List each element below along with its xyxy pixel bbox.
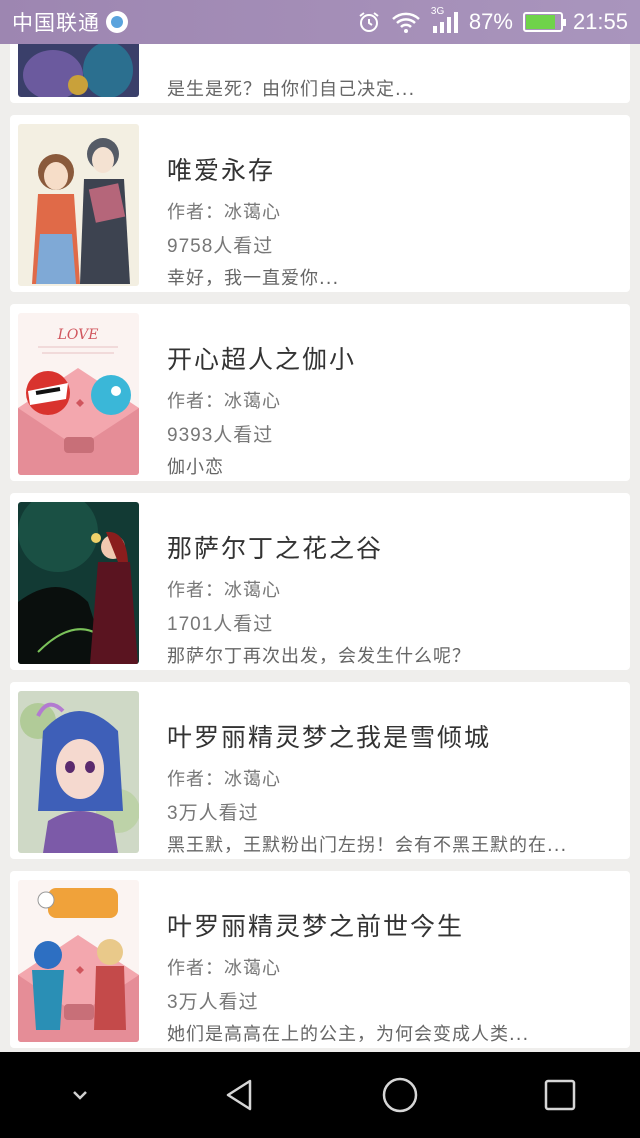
recent-square-icon[interactable] — [530, 1065, 590, 1125]
book-card[interactable]: 是生是死？由你们自己决定... — [10, 44, 630, 103]
alarm-icon — [357, 10, 381, 34]
book-author: 作者：冰蔼心 — [167, 958, 281, 979]
book-author: 作者：冰蔼心 — [167, 202, 281, 223]
navigation-bar — [0, 1052, 640, 1138]
battery-percent: 87% — [468, 9, 513, 34]
book-title[interactable]: 唯爱永存 — [167, 151, 275, 187]
clock: 21:55 — [572, 9, 628, 34]
book-description: 她们是高高在上的公主，为何会变成人类... — [167, 1024, 530, 1045]
book-cover — [18, 44, 139, 97]
carrier-name: 中国联通 — [12, 12, 100, 35]
book-description: 那萨尔丁再次出发，会发生什么呢？ — [167, 646, 471, 667]
book-card[interactable]: 唯爱永存 作者：冰蔼心 9758人看过 幸好，我一直爱你... — [10, 115, 630, 292]
book-cover — [18, 880, 139, 1042]
book-description: 是生是死？由你们自己决定... — [167, 79, 416, 100]
book-views: 9758人看过 — [167, 236, 274, 257]
book-description: 伽小恋 — [167, 457, 224, 478]
carrier-app-icon — [106, 11, 128, 33]
book-views: 3万人看过 — [167, 803, 259, 824]
status-bar: 中国联通 3G 87% 21:55 — [0, 0, 640, 44]
book-author: 作者：冰蔼心 — [167, 580, 281, 601]
book-author: 作者：冰蔼心 — [167, 769, 281, 790]
book-views: 3万人看过 — [167, 992, 259, 1013]
chevron-down-icon[interactable] — [50, 1065, 110, 1125]
battery-icon — [522, 12, 566, 32]
book-views: 1701人看过 — [167, 614, 274, 635]
book-author: 作者：冰蔼心 — [167, 391, 281, 412]
book-cover: LOVE — [18, 313, 139, 475]
book-title[interactable]: 那萨尔丁之花之谷 — [167, 529, 383, 565]
network-type: 3G — [430, 6, 445, 17]
book-title[interactable]: 叶罗丽精灵梦之我是雪倾城 — [167, 718, 491, 754]
status-indicators: 3G 87% 21:55 — [357, 6, 628, 35]
book-card[interactable]: 叶罗丽精灵梦之前世今生 作者：冰蔼心 3万人看过 她们是高高在上的公主，为何会变… — [10, 871, 630, 1048]
book-cover — [18, 502, 139, 664]
book-title[interactable]: 叶罗丽精灵梦之前世今生 — [167, 907, 464, 943]
book-card[interactable]: 那萨尔丁之花之谷 作者：冰蔼心 1701人看过 那萨尔丁再次出发，会发生什么呢？ — [10, 493, 630, 670]
book-description: 黑王默，王默粉出门左拐！会有不黑王默的在... — [167, 835, 568, 856]
book-card[interactable]: LOVE 开心超人之伽小 作者：冰蔼心 9393人看过 伽小恋 — [10, 304, 630, 481]
wifi-icon — [391, 10, 421, 34]
book-cover — [18, 691, 139, 853]
cover-love-text: LOVE — [57, 327, 99, 343]
back-triangle-icon[interactable] — [210, 1065, 270, 1125]
book-cover — [18, 124, 139, 286]
book-views: 9393人看过 — [167, 425, 274, 446]
home-circle-icon[interactable] — [370, 1065, 430, 1125]
book-list[interactable]: 是生是死？由你们自己决定... 唯爱永存 作者：冰蔼心 9758人看过 幸好，我… — [0, 44, 640, 1052]
signal-icon: 3G — [431, 6, 459, 34]
book-card[interactable]: 叶罗丽精灵梦之我是雪倾城 作者：冰蔼心 3万人看过 黑王默，王默粉出门左拐！会有… — [10, 682, 630, 859]
book-title[interactable]: 开心超人之伽小 — [167, 340, 356, 376]
book-description: 幸好，我一直爱你... — [167, 268, 340, 289]
